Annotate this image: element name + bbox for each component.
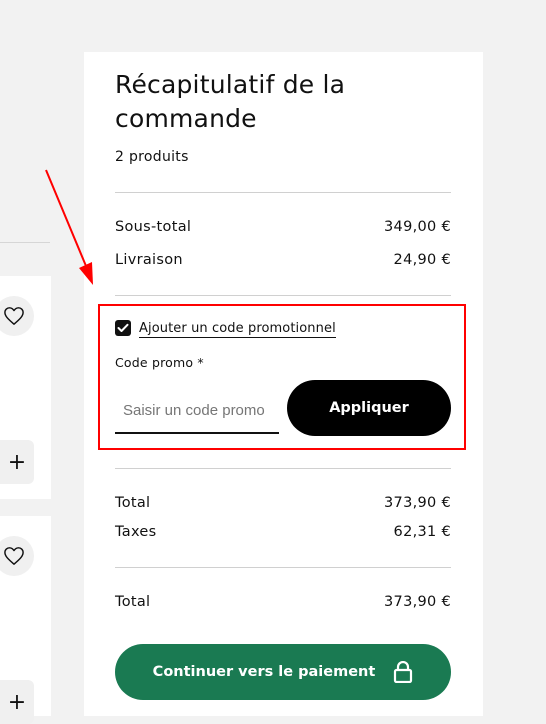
add-quantity-button[interactable]: +	[0, 680, 34, 724]
product-count: 2 produits	[115, 149, 189, 165]
total-value: 373,90 €	[384, 495, 451, 511]
shipping-value: 24,90 €	[393, 252, 451, 268]
product-card: +	[0, 516, 51, 724]
total-label: Total	[115, 495, 151, 511]
favorite-button[interactable]	[0, 296, 34, 336]
plus-icon: +	[7, 449, 27, 475]
left-divider	[0, 242, 50, 243]
shipping-row: Livraison 24,90 €	[115, 252, 451, 268]
total-row: Total 373,90 €	[115, 495, 451, 511]
taxes-label: Taxes	[115, 524, 157, 540]
heart-icon	[4, 307, 24, 325]
highlight-box	[98, 304, 466, 450]
divider	[115, 468, 451, 469]
divider	[115, 295, 451, 296]
page-title: Récapitulatif de la commande	[115, 70, 346, 133]
shipping-label: Livraison	[115, 252, 183, 268]
heart-icon	[4, 547, 24, 565]
taxes-value: 62,31 €	[393, 524, 451, 540]
grand-total-value: 373,90 €	[384, 594, 451, 610]
product-card: +	[0, 276, 51, 499]
continue-to-payment-button[interactable]: Continuer vers le paiement	[115, 644, 451, 700]
subtotal-row: Sous-total 349,00 €	[115, 219, 451, 235]
plus-icon: +	[7, 689, 27, 715]
favorite-button[interactable]	[0, 536, 34, 576]
divider	[115, 567, 451, 568]
lock-icon	[394, 661, 413, 683]
divider	[115, 192, 451, 193]
grand-total-label: Total	[115, 594, 151, 610]
subtotal-value: 349,00 €	[384, 219, 451, 235]
add-quantity-button[interactable]: +	[0, 440, 34, 484]
grand-total-row: Total 373,90 €	[115, 594, 451, 610]
continue-to-payment-label: Continuer vers le paiement	[152, 664, 376, 680]
subtotal-label: Sous-total	[115, 219, 192, 235]
taxes-row: Taxes 62,31 €	[115, 524, 451, 540]
